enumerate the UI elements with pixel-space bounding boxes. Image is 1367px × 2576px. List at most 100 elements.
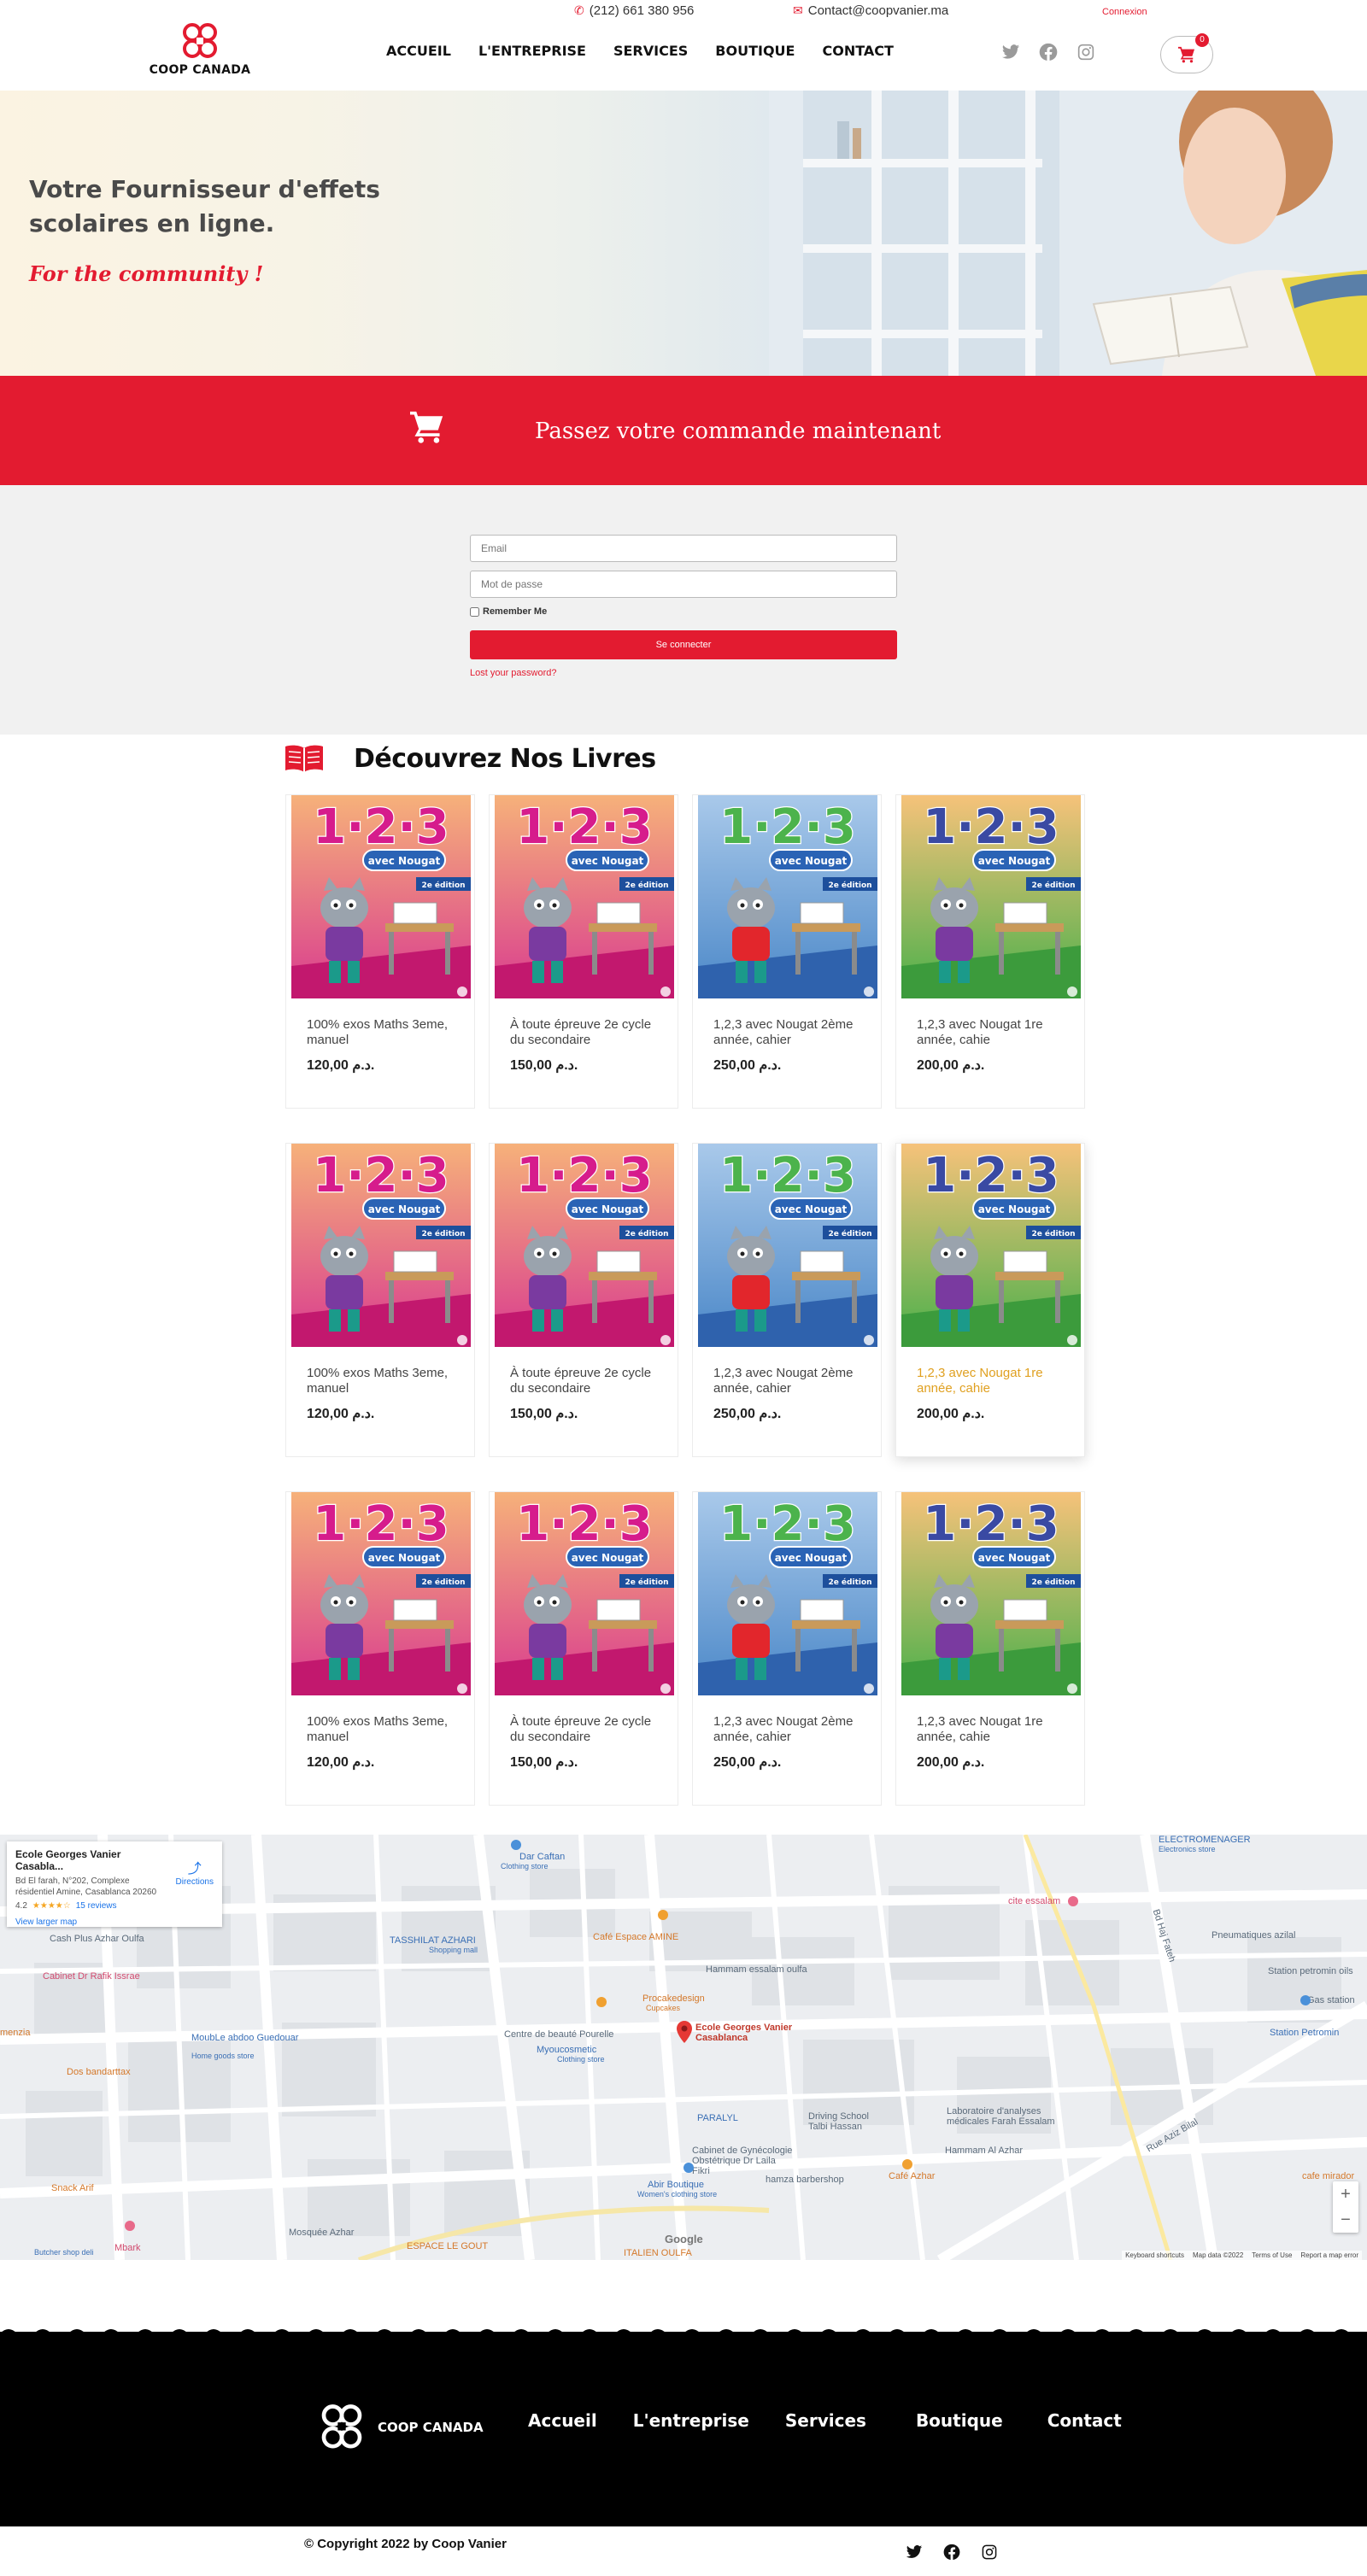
map-label[interactable]: Hammam Al Azhar <box>945 2146 1023 2156</box>
remember-me-checkbox[interactable] <box>470 606 479 617</box>
book-cover[interactable]: 1·2·3 avec Nougat 2e édition <box>495 1144 674 1347</box>
password-field[interactable] <box>470 571 897 598</box>
map-label[interactable]: Gas station <box>1307 1995 1355 2005</box>
map-label[interactable]: Pneumatiques azilal <box>1212 1930 1295 1941</box>
product-card[interactable]: 1·2·3 avec Nougat 2e édition 1,2,3 avec No… <box>692 1491 882 1806</box>
map-poi-icon[interactable] <box>596 1997 607 2007</box>
book-cover[interactable]: 1·2·3 avec Nougat 2e édition <box>901 795 1081 998</box>
map-label[interactable]: Abir Boutique <box>648 2180 704 2190</box>
map-label[interactable]: Hammam essalam oulfa <box>706 1964 807 1975</box>
map-label[interactable]: Laboratoire d'analyses médicales Farah E… <box>947 2106 1083 2127</box>
twitter-link[interactable] <box>1001 43 1020 66</box>
instagram-link[interactable] <box>1077 43 1095 66</box>
remember-me[interactable]: Remember Me <box>470 606 897 617</box>
footer-nav-services[interactable]: Services <box>785 2410 866 2431</box>
map-label[interactable]: Centre de beauté Pourelle <box>504 2029 613 2040</box>
map-pin-icon[interactable] <box>677 2021 692 2043</box>
map-label[interactable]: Café Azhar <box>889 2171 935 2181</box>
map-label[interactable]: Mbark <box>114 2243 141 2253</box>
book-cover[interactable]: 1·2·3 avec Nougat 2e édition <box>698 1144 877 1347</box>
book-cover[interactable]: 1·2·3 avec Nougat 2e édition <box>901 1144 1081 1347</box>
footer-logo[interactable]: COOP CANADA <box>318 2402 484 2453</box>
map-poi-icon[interactable] <box>1300 1995 1311 2005</box>
map-label[interactable]: Station Petromin <box>1270 2028 1339 2038</box>
product-name[interactable]: 100% exos Maths 3eme, manuel <box>307 1714 461 1745</box>
facebook-link[interactable] <box>1039 43 1058 66</box>
map-poi-icon[interactable] <box>511 1840 521 1850</box>
map-label[interactable]: PARALYL <box>697 2113 738 2123</box>
book-cover[interactable]: 1·2·3 avec Nougat 2e édition <box>495 795 674 998</box>
map-label[interactable]: ESPACE LE GOUT <box>407 2241 488 2251</box>
product-card[interactable]: 1·2·3 avec Nougat 2e édition À toute épreu… <box>489 1491 678 1806</box>
product-name[interactable]: À toute épreuve 2e cycle du secondaire <box>510 1366 664 1396</box>
product-name[interactable]: 1,2,3 avec Nougat 1re année, cahie <box>917 1017 1071 1048</box>
product-name[interactable]: 1,2,3 avec Nougat 2ème année, cahier <box>713 1017 867 1048</box>
keyboard-shortcuts-link[interactable]: Keyboard shortcuts <box>1125 2251 1184 2259</box>
zoom-out-icon[interactable]: − <box>1333 2207 1358 2233</box>
map-poi-icon[interactable] <box>658 1910 668 1920</box>
map-poi-icon[interactable] <box>1068 1896 1078 1906</box>
directions-button[interactable]: ⤴ Directions <box>176 1857 214 1887</box>
product-name[interactable]: 100% exos Maths 3eme, manuel <box>307 1017 461 1048</box>
map-label[interactable]: Myoucosmetic <box>537 2045 596 2055</box>
map-label[interactable]: cite essalam <box>1008 1896 1060 1906</box>
nav-boutique[interactable]: BOUTIQUE <box>715 43 795 59</box>
map-label[interactable]: ELECTROMENAGER <box>1159 1835 1251 1845</box>
map-label[interactable]: MoubLe abdoo Guedouar <box>191 2033 298 2043</box>
footer-nav-contact[interactable]: Contact <box>1047 2410 1122 2431</box>
product-card[interactable]: 1·2·3 avec Nougat 2e édition À toute épreu… <box>489 794 678 1109</box>
login-link[interactable]: Connexion <box>1102 7 1147 17</box>
product-card[interactable]: 1·2·3 avec Nougat 2e édition 1,2,3 avec No… <box>895 1491 1085 1806</box>
book-cover[interactable]: 1·2·3 avec Nougat 2e édition <box>291 1144 471 1347</box>
book-cover[interactable]: 1·2·3 avec Nougat 2e édition <box>291 1492 471 1695</box>
product-name[interactable]: 1,2,3 avec Nougat 1re année, cahie <box>917 1714 1071 1745</box>
map-label[interactable]: Station petromin oils <box>1268 1966 1353 1976</box>
map-pin-label[interactable]: Ecole Georges Vanier Casablanca <box>695 2023 798 2043</box>
product-card[interactable]: 1·2·3 avec Nougat 2e édition 100% exos Mat… <box>285 794 475 1109</box>
terms-link[interactable]: Terms of Use <box>1252 2251 1292 2259</box>
footer-nav-entreprise[interactable]: L'entreprise <box>633 2410 749 2431</box>
product-card[interactable]: 1·2·3 avec Nougat 2e édition 100% exos Mat… <box>285 1143 475 1457</box>
map-label[interactable]: Dos bandarttax <box>67 2067 131 2077</box>
map-label[interactable]: cafe mirador <box>1302 2171 1354 2181</box>
phone-contact[interactable]: ✆ (212) 661 380 956 <box>574 3 694 18</box>
twitter-link[interactable] <box>906 2544 923 2565</box>
product-name[interactable]: À toute épreuve 2e cycle du secondaire <box>510 1017 664 1048</box>
footer-nav-accueil[interactable]: Accueil <box>528 2410 597 2431</box>
email-contact[interactable]: ✉ Contact@coopvanier.ma <box>793 3 948 18</box>
book-cover[interactable]: 1·2·3 avec Nougat 2e édition <box>495 1492 674 1695</box>
map-label[interactable]: TASSHILAT AZHARI <box>390 1935 476 1946</box>
map-label[interactable]: Cash Plus Azhar Oulfa <box>50 1934 144 1944</box>
nav-entreprise[interactable]: L'ENTREPRISE <box>478 43 586 59</box>
book-cover[interactable]: 1·2·3 avec Nougat 2e édition <box>698 1492 877 1695</box>
google-map[interactable]: Ecole Georges Vanier Casabla... Bd El fa… <box>0 1835 1367 2260</box>
map-label[interactable]: Café Espace AMINE <box>593 1932 678 1942</box>
product-name[interactable]: 1,2,3 avec Nougat 2ème année, cahier <box>713 1714 867 1745</box>
map-label[interactable]: Mosquée Azhar <box>289 2228 354 2238</box>
view-larger-map-link[interactable]: View larger map <box>15 1917 214 1927</box>
lost-password-link[interactable]: Lost your password? <box>470 668 897 678</box>
product-name[interactable]: 100% exos Maths 3eme, manuel <box>307 1366 461 1396</box>
cart-button[interactable]: 0 <box>1160 33 1213 73</box>
map-label[interactable]: Butcher shop deli <box>34 2248 94 2257</box>
product-name[interactable]: 1,2,3 avec Nougat 2ème année, cahier <box>713 1366 867 1396</box>
map-label[interactable]: Dar Caftan <box>519 1852 565 1862</box>
map-label[interactable]: Cabinet Dr Rafik Issrae <box>43 1971 140 1982</box>
map-reviews-link[interactable]: 15 reviews <box>76 1901 117 1911</box>
instagram-link[interactable] <box>981 2544 998 2565</box>
product-card[interactable]: 1·2·3 avec Nougat 2e édition 1,2,3 avec No… <box>895 794 1085 1109</box>
email-field[interactable] <box>470 535 897 562</box>
product-card[interactable]: 1·2·3 avec Nougat 2e édition 1,2,3 avec No… <box>692 1143 882 1457</box>
book-cover[interactable]: 1·2·3 avec Nougat 2e édition <box>901 1492 1081 1695</box>
map-label[interactable]: Procakedesign <box>642 1993 705 2004</box>
login-submit-button[interactable]: Se connecter <box>470 630 897 659</box>
map-label[interactable]: Driving School Talbi Hassan <box>808 2111 877 2132</box>
map-zoom-control[interactable]: + − <box>1333 2181 1358 2233</box>
book-cover[interactable]: 1·2·3 avec Nougat 2e édition <box>698 795 877 998</box>
site-logo[interactable]: COOP CANADA <box>145 22 255 87</box>
nav-services[interactable]: SERVICES <box>613 43 688 59</box>
map-poi-icon[interactable] <box>684 2163 694 2173</box>
zoom-in-icon[interactable]: + <box>1333 2181 1358 2207</box>
map-label[interactable]: hamza barbershop <box>766 2175 844 2185</box>
product-card[interactable]: 1·2·3 avec Nougat 2e édition 1,2,3 avec No… <box>692 794 882 1109</box>
